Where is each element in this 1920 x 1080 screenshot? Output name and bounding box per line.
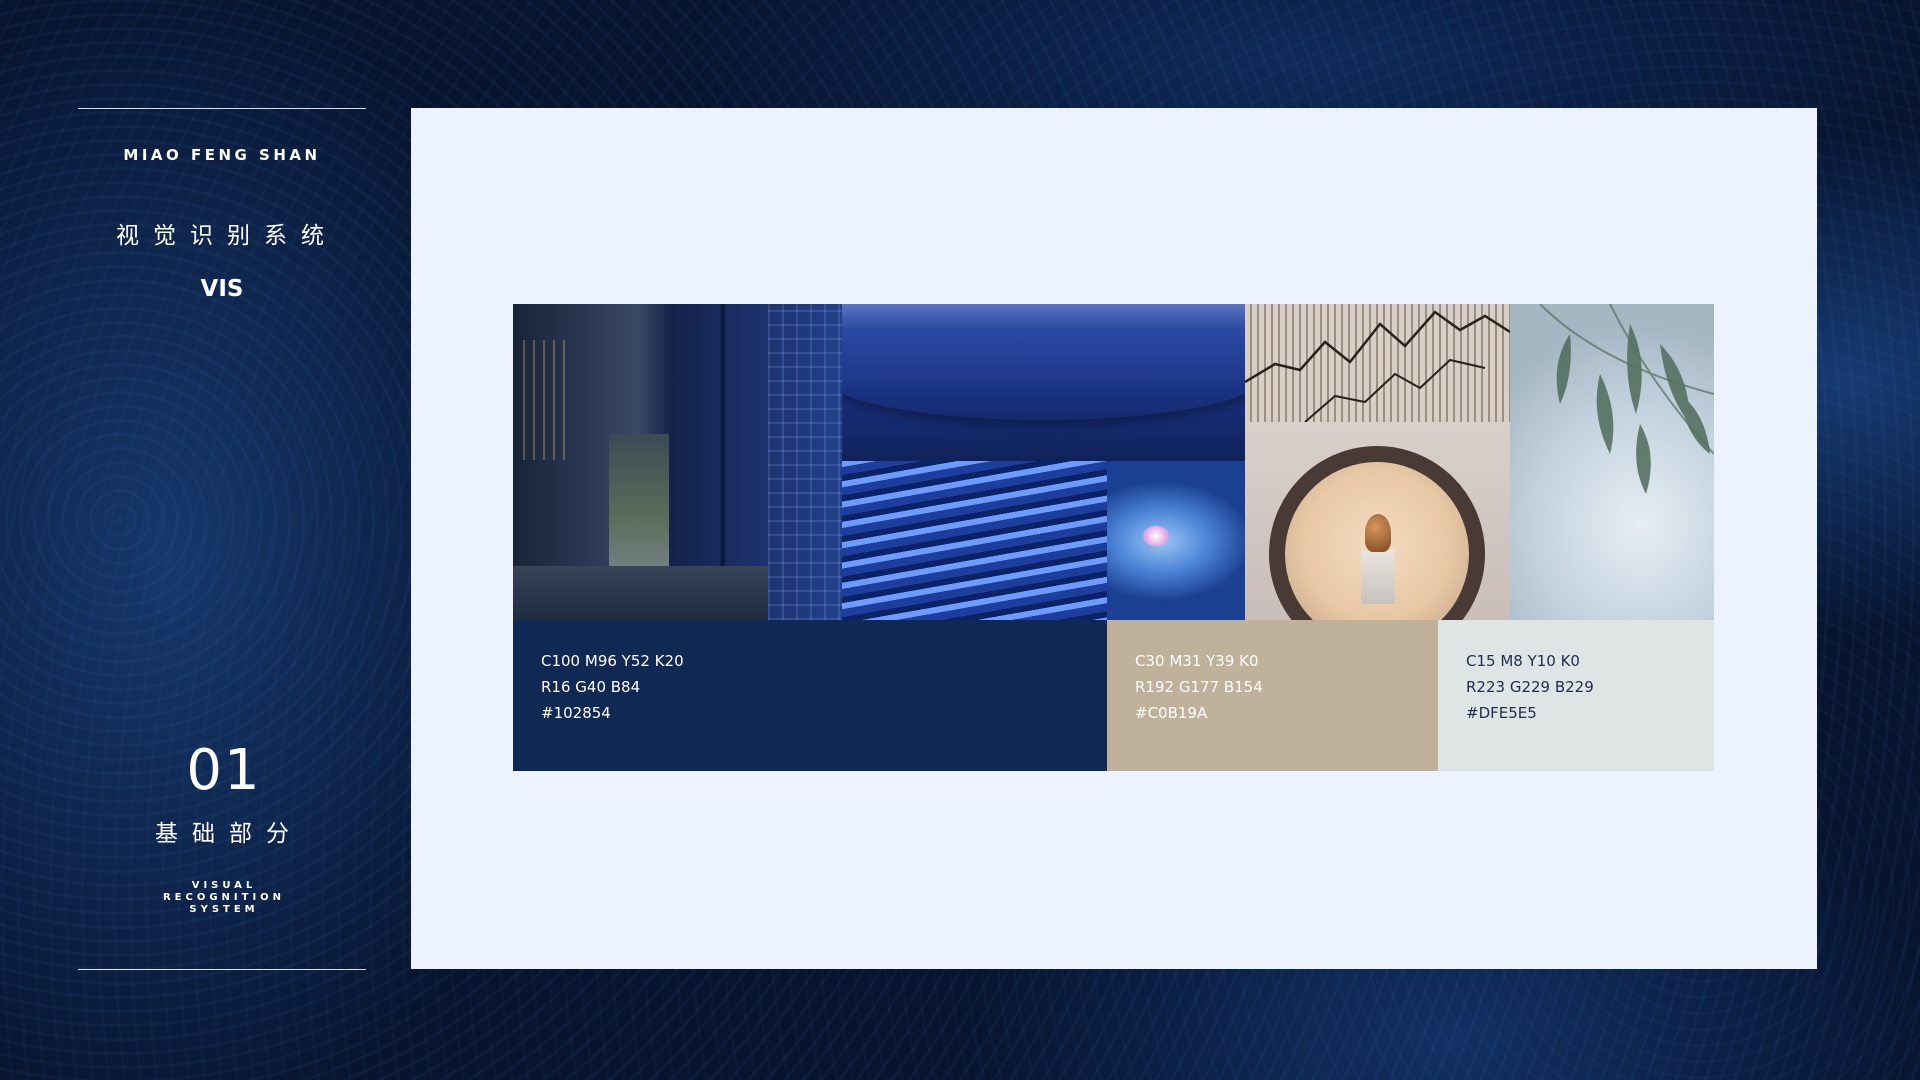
color-swatch-mist: C15 M8 Y10 K0 R223 G229 B229 #DFE5E5 bbox=[1438, 620, 1714, 771]
buddha-statue bbox=[1365, 514, 1391, 552]
wall-inscription bbox=[523, 340, 573, 460]
system-caption-line: RECOGNITION bbox=[162, 892, 286, 903]
lattice-pattern bbox=[768, 304, 842, 620]
blue-curved-wall-photo bbox=[842, 304, 1245, 461]
floor bbox=[513, 566, 768, 620]
swatch-cmyk: C100 M96 Y52 K20 bbox=[541, 652, 684, 670]
swatch-rgb: R223 G229 B229 bbox=[1466, 678, 1594, 696]
system-caption: VISUAL RECOGNITION SYSTEM bbox=[78, 880, 366, 916]
sidebar: MIAO FENG SHAN 视觉识别系统 VIS 01 基础部分 VISUAL… bbox=[78, 108, 366, 970]
swatch-hex: #102854 bbox=[541, 704, 611, 722]
moon-gate-statue-photo bbox=[1245, 422, 1510, 620]
bamboo-leaves bbox=[1539, 304, 1714, 494]
vis-title-cn: 视觉识别系统 bbox=[116, 223, 338, 249]
divider-top bbox=[78, 108, 366, 109]
swatch-cmyk: C30 M31 Y39 K0 bbox=[1135, 652, 1259, 670]
brand-name: MIAO FENG SHAN bbox=[123, 146, 321, 164]
divider-bottom bbox=[78, 969, 366, 970]
floating-flower bbox=[1143, 526, 1169, 546]
system-caption-line: VISUAL bbox=[191, 880, 257, 891]
bamboo-mist-photo bbox=[1510, 304, 1714, 620]
swatch-hex: #C0B19A bbox=[1135, 704, 1208, 722]
swatch-rgb: R16 G40 B84 bbox=[541, 678, 641, 696]
branch-shape bbox=[1245, 310, 1510, 422]
swatch-rgb: R192 G177 B154 bbox=[1135, 678, 1263, 696]
swatch-hex: #DFE5E5 bbox=[1466, 704, 1537, 722]
blue-wave-roof-tiles-photo bbox=[842, 461, 1107, 620]
blue-bowl-flower-photo bbox=[1107, 461, 1245, 620]
vis-title-en: VIS bbox=[200, 276, 244, 302]
section-number: 01 bbox=[186, 738, 262, 803]
system-caption-line: SYSTEM bbox=[189, 904, 259, 915]
color-swatch-navy: C100 M96 Y52 K20 R16 G40 B84 #102854 bbox=[513, 620, 1107, 771]
curved-wall-edge bbox=[842, 330, 1245, 420]
color-swatch-sand: C30 M31 Y39 K0 R192 G177 B154 #C0B19A bbox=[1107, 620, 1438, 771]
statue-plinth bbox=[1361, 550, 1395, 604]
moodboard bbox=[513, 304, 1714, 620]
section-title-cn: 基础部分 bbox=[155, 821, 303, 847]
dark-lattice-wall-photo bbox=[513, 304, 842, 620]
wood-slats-branch-photo bbox=[1245, 304, 1510, 422]
swatch-cmyk: C15 M8 Y10 K0 bbox=[1466, 652, 1580, 670]
